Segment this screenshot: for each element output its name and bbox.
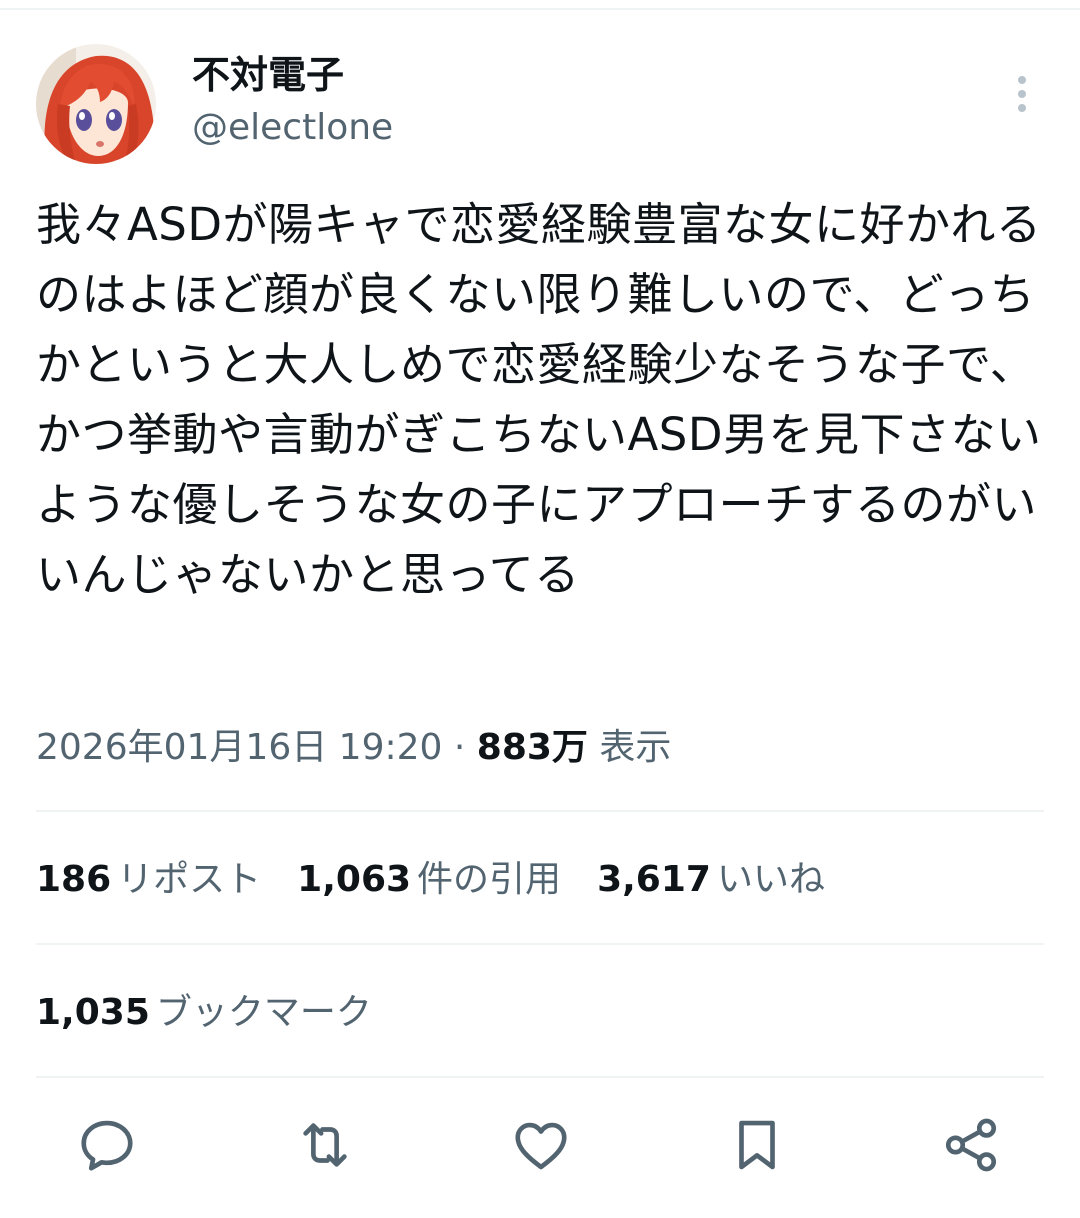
bookmark-stats: 1,035 ブックマーク: [36, 983, 408, 1043]
repost-button[interactable]: [290, 1110, 360, 1180]
reply-icon: [81, 1120, 133, 1171]
like-icon: [515, 1122, 567, 1170]
views-label: 表示: [599, 727, 672, 768]
quotes-label: 件の引用: [417, 859, 562, 900]
divider: [36, 1076, 1044, 1078]
bookmark-button[interactable]: [722, 1110, 792, 1180]
meta-separator: ·: [442, 727, 477, 768]
more-options-button[interactable]: [1008, 72, 1036, 116]
tweet-text: 我々ASDが陽キャで恋愛経験豊富な女に好かれるのはよほど顔が良くない限り難しいの…: [36, 198, 1042, 601]
bookmarks-stat[interactable]: 1,035 ブックマーク: [36, 983, 372, 1043]
user-handle[interactable]: @electlone: [192, 102, 393, 154]
reply-button[interactable]: [72, 1110, 142, 1180]
tweet-timestamp[interactable]: 2026年01月16日 19:20: [36, 727, 442, 768]
views-count: 883万: [476, 727, 588, 768]
divider: [36, 943, 1044, 945]
engagement-stats: 186 リポスト 1,063 件の引用 3,617 いいね: [36, 850, 861, 910]
repost-icon: [303, 1123, 347, 1167]
display-name[interactable]: 不対電子: [192, 50, 393, 100]
reposts-stat[interactable]: 186 リポスト: [36, 850, 261, 910]
avatar[interactable]: [36, 44, 156, 164]
quotes-stat[interactable]: 1,063 件の引用: [297, 850, 561, 910]
likes-count: 3,617: [597, 859, 711, 900]
likes-label: いいね: [716, 859, 825, 900]
more-vertical-icon: [1018, 76, 1026, 112]
bookmark-icon: [739, 1120, 775, 1170]
top-divider: [0, 8, 1080, 10]
bookmarks-label: ブックマーク: [155, 992, 372, 1033]
tweet-meta: 2026年01月16日 19:20 · 883万 表示: [36, 722, 671, 774]
share-button[interactable]: [936, 1110, 1006, 1180]
likes-stat[interactable]: 3,617 いいね: [597, 850, 825, 910]
share-icon: [945, 1118, 997, 1172]
reposts-count: 186: [36, 859, 112, 900]
user-names: 不対電子 @electlone: [192, 50, 393, 154]
quotes-count: 1,063: [297, 859, 412, 900]
tweet-header: 不対電子 @electlone: [36, 44, 1044, 164]
reposts-label: リポスト: [117, 859, 262, 900]
avatar-image: [36, 44, 156, 164]
bookmarks-count: 1,035: [36, 992, 150, 1033]
divider: [36, 810, 1044, 812]
action-bar: [36, 1110, 1044, 1190]
like-button[interactable]: [506, 1110, 576, 1180]
